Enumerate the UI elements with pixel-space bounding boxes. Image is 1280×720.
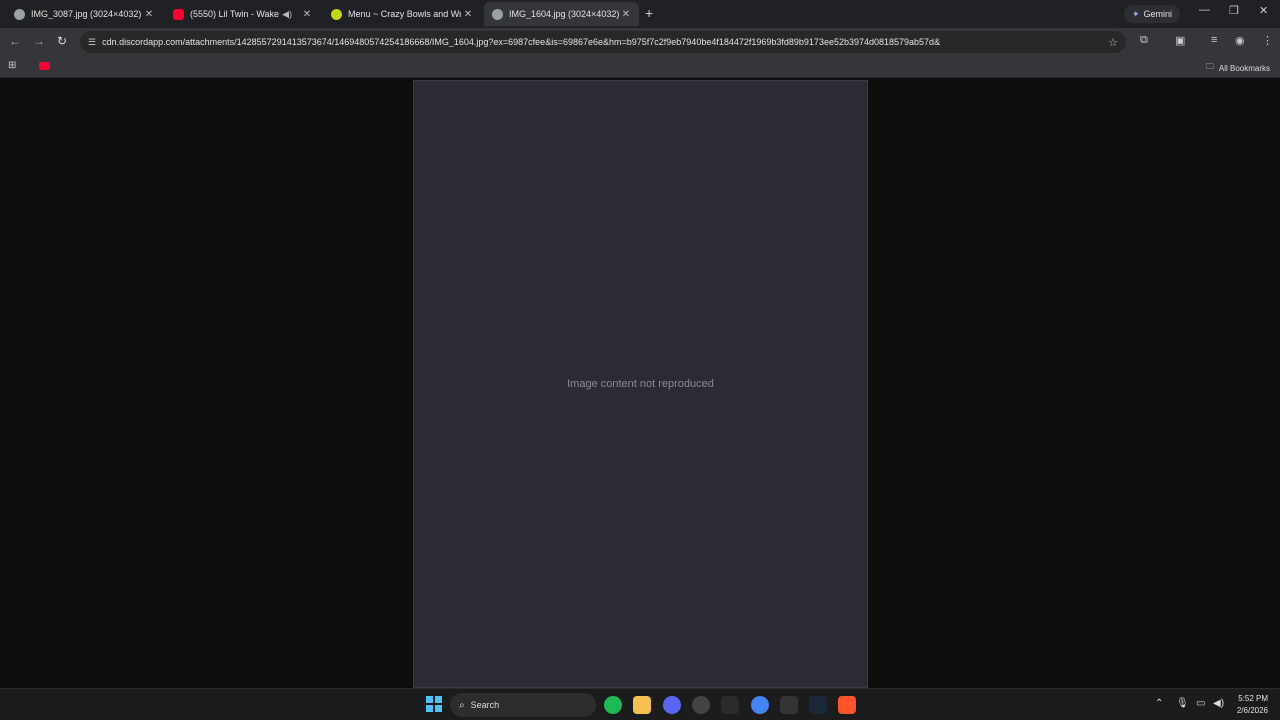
- display-icon[interactable]: ▭: [1196, 698, 1205, 709]
- youtube-icon: [173, 8, 184, 20]
- back-icon[interactable]: ←: [9, 34, 21, 48]
- sparkle-icon: ✦: [1132, 8, 1140, 19]
- apps-grid-icon[interactable]: ⊞: [8, 60, 16, 71]
- all-bookmarks-button[interactable]: 🗀 All Bookmarks: [1206, 61, 1270, 75]
- image-viewer: Image content not reproduced: [0, 80, 1280, 688]
- chevron-up-icon[interactable]: ⌃: [1155, 698, 1163, 709]
- epic-games-icon[interactable]: [721, 696, 739, 714]
- browser-toolbar: ← → ↻ ☰ cdn.discordapp.com/attachments/1…: [0, 28, 1280, 56]
- minimize-icon[interactable]: —: [1199, 4, 1210, 16]
- clock-date: 2/6/2026: [1236, 706, 1268, 715]
- menu-icon[interactable]: ⋮: [1262, 34, 1273, 47]
- displayed-image-placeholder[interactable]: Image content not reproduced: [413, 80, 868, 688]
- tab-menu-crazy-bowls[interactable]: Menu ~ Crazy Bowls and Wraps ✕: [323, 2, 481, 26]
- taskbar: ⌕ Search ⌃ 🎙 ▭ ◀) 5:52 PM 2/6/2026: [0, 688, 1280, 720]
- tab-title: IMG_1604.jpg (3024×4032): [509, 9, 619, 19]
- taskbar-search[interactable]: ⌕ Search: [450, 693, 596, 717]
- brave-icon[interactable]: [838, 696, 856, 714]
- tab-youtube[interactable]: (5550) Lil Twin - Wake Up | ◀) ✕: [165, 2, 320, 26]
- tab-img-1604[interactable]: IMG_1604.jpg (3024×4032) ✕: [484, 2, 639, 26]
- speaker-icon[interactable]: ◀): [282, 9, 292, 20]
- url-text[interactable]: cdn.discordapp.com/attachments/142855729…: [102, 37, 1108, 47]
- close-icon[interactable]: ✕: [142, 9, 156, 20]
- all-bookmarks-label: All Bookmarks: [1218, 63, 1270, 73]
- file-explorer-icon[interactable]: [633, 696, 651, 714]
- microphone-icon[interactable]: 🎙: [1176, 698, 1189, 709]
- chrome-icon[interactable]: [751, 696, 769, 714]
- reload-icon[interactable]: ↻: [57, 34, 67, 48]
- restore-icon[interactable]: ❐: [1229, 4, 1239, 17]
- tab-strip: IMG_3087.jpg (3024×4032) ✕ (5550) Lil Tw…: [0, 0, 1280, 28]
- app-icon[interactable]: [692, 696, 710, 714]
- tab-title: IMG_3087.jpg (3024×4032): [31, 9, 142, 19]
- volume-icon[interactable]: ◀): [1213, 698, 1224, 709]
- forward-icon[interactable]: →: [33, 34, 45, 48]
- close-icon[interactable]: ✕: [461, 9, 475, 20]
- clock-time: 5:52 PM: [1238, 694, 1268, 703]
- media-controls-icon[interactable]: ≡: [1211, 34, 1217, 46]
- globe-icon: [14, 8, 25, 20]
- gemini-button[interactable]: ✦ Gemini: [1124, 5, 1181, 23]
- new-tab-button[interactable]: +: [645, 5, 653, 21]
- globe-icon: [492, 8, 503, 20]
- folder-icon: 🗀: [1205, 62, 1214, 71]
- tab-img-3087[interactable]: IMG_3087.jpg (3024×4032) ✕: [6, 2, 162, 26]
- steam-icon[interactable]: [809, 696, 827, 714]
- discord-icon[interactable]: [663, 696, 681, 714]
- spotify-icon[interactable]: [604, 696, 622, 714]
- close-icon[interactable]: ✕: [300, 9, 314, 20]
- reading-mode-icon[interactable]: ▣: [1175, 34, 1185, 47]
- image-placeholder-text: Image content not reproduced: [567, 378, 714, 390]
- site-icon: [331, 8, 342, 20]
- search-icon: ⌕: [459, 699, 465, 711]
- bookmark-star-icon[interactable]: ☆: [1108, 36, 1118, 49]
- search-label: Search: [470, 700, 500, 710]
- close-icon[interactable]: ✕: [619, 9, 633, 20]
- profile-avatar[interactable]: ◉: [1235, 34, 1245, 47]
- extensions-icon[interactable]: ⧉: [1140, 34, 1148, 47]
- site-info-icon[interactable]: ☰: [88, 37, 96, 48]
- system-clock[interactable]: 5:52 PM 2/6/2026: [1237, 693, 1268, 717]
- windows-start-icon[interactable]: [426, 696, 442, 712]
- address-bar[interactable]: ☰ cdn.discordapp.com/attachments/1428557…: [80, 31, 1126, 53]
- bookmarks-bar: ⊞ 🗀 All Bookmarks: [0, 56, 1280, 78]
- tab-title: (5550) Lil Twin - Wake Up |: [190, 9, 282, 19]
- window-close-icon[interactable]: ✕: [1259, 4, 1268, 17]
- app-icon[interactable]: [780, 696, 798, 714]
- youtube-bookmark-icon[interactable]: [39, 62, 50, 70]
- tab-title: Menu ~ Crazy Bowls and Wraps: [348, 9, 461, 19]
- gemini-label: Gemini: [1143, 9, 1173, 19]
